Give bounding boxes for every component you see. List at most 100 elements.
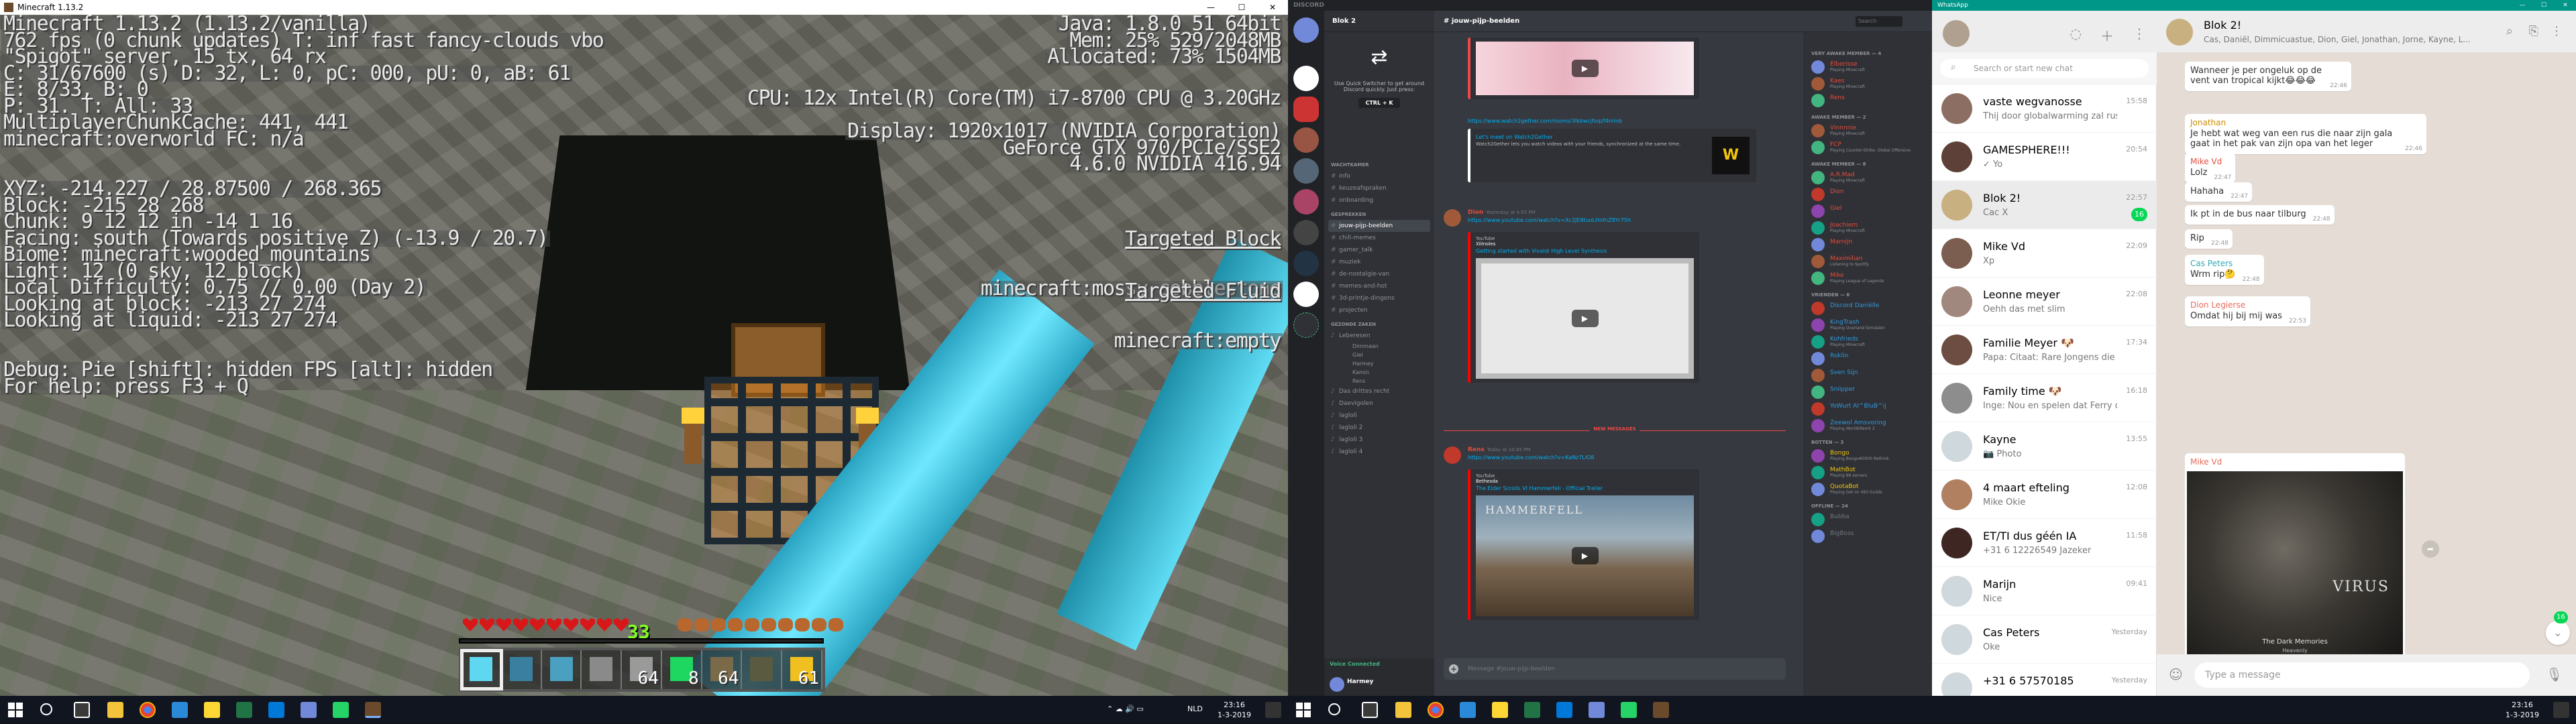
file-explorer-icon[interactable]	[107, 702, 123, 718]
chat-list-item[interactable]: Leonne meyer Oehh das met slim 22:08	[1932, 278, 2157, 326]
home-icon[interactable]	[1293, 17, 1319, 43]
server-icon-active[interactable]	[1293, 97, 1319, 122]
channel-item[interactable]: gamer_talk	[1324, 244, 1434, 256]
member-item[interactable]: YoWurt AI^BluB^ij	[1803, 401, 1932, 418]
search-icon[interactable]	[1328, 703, 1340, 715]
member-item[interactable]: QuotaBot Playing Get on 493 Guilds	[1803, 481, 1932, 498]
close-button[interactable]: ✕	[2555, 0, 2576, 11]
channel-category[interactable]: GEZONDE ZAKEN	[1324, 316, 1434, 330]
image-message[interactable]: Mike Vd VIRUS The Dark Memories Heavenly	[2185, 453, 2405, 668]
message-link[interactable]: https://www.youtube.com/watch?v=KaNz7LIO…	[1468, 455, 1595, 461]
hotbar[interactable]: 64 8 64 61	[459, 648, 825, 692]
switcher-shortcut[interactable]: CTRL + K	[1358, 98, 1400, 108]
member-item[interactable]: Sniipper	[1803, 384, 1932, 401]
voice-user[interactable]: Harmey	[1324, 359, 1434, 368]
embed-title[interactable]: Getting started with Vivaldi High Level …	[1476, 248, 1694, 254]
message-bubble[interactable]: Hahaha 22:47	[2185, 182, 2253, 202]
clock[interactable]: 23:16 1-3-2019	[1214, 700, 1254, 720]
chat-list-item[interactable]: Familie Meyer 🐶 Papa: Citaat: Rare Jongen…	[1932, 326, 2157, 374]
member-item[interactable]: A.R.Mad Playing Minecraft	[1803, 170, 1932, 186]
chat-list-item[interactable]: 4 maart efteling Mike Okie 12:08	[1932, 471, 2157, 519]
member-item[interactable]: Mike Playing League of Legends	[1803, 270, 1932, 287]
voice-channel[interactable]: Leberesen	[1324, 330, 1434, 342]
attach-icon[interactable]: ⎘	[2529, 24, 2538, 38]
app-icon[interactable]	[1492, 702, 1508, 718]
channel-category[interactable]: WACHTKAMER	[1324, 157, 1434, 170]
search-input[interactable]: Search	[1856, 16, 1902, 27]
video-thumbnail[interactable]: VIRUS The Dark Memories Heavenly	[2187, 471, 2403, 666]
app-icon[interactable]	[204, 702, 220, 718]
message-bubble[interactable]: Rip 22:48	[2185, 229, 2233, 249]
hotbar-slot[interactable]: 8	[662, 650, 702, 689]
member-item[interactable]: Bongo Playing Bongo#0000 Rethink	[1803, 448, 1932, 465]
notifications-icon[interactable]	[1265, 702, 1281, 718]
server-icon[interactable]	[1293, 220, 1319, 245]
avatar[interactable]	[1444, 446, 1461, 464]
hotbar-slot[interactable]	[582, 650, 623, 689]
message-author[interactable]: Dion Legierse	[2190, 300, 2305, 310]
server-icon[interactable]	[1293, 282, 1319, 307]
message-input[interactable]: Type a message	[2194, 662, 2530, 688]
chat-list-item[interactable]: Mike Vd Xp 22:09	[1932, 229, 2157, 278]
member-item[interactable]: KingTrash Playing Overland Simulator	[1803, 317, 1932, 334]
app-icon[interactable]	[236, 702, 252, 718]
member-item[interactable]: Bubba	[1803, 511, 1932, 528]
app-icon[interactable]	[1460, 702, 1476, 718]
message-bubble[interactable]: Jonathan Je hebt wat weg van een rus die …	[2185, 114, 2426, 154]
voice-user[interactable]: Dimmaan	[1324, 342, 1434, 351]
language-indicator[interactable]: NLD	[1187, 705, 1203, 713]
channel-item[interactable]: 3d-printje-dingens	[1324, 292, 1434, 304]
scroll-down-button[interactable]: ⌄	[2546, 621, 2570, 645]
play-icon[interactable]: ▶	[1571, 310, 1599, 327]
server-icon[interactable]	[1293, 189, 1319, 215]
youtube-embed[interactable]: YouTube Bethesda The Elder Scrolls VI Ha…	[1468, 469, 1699, 620]
chrome-icon[interactable]	[1428, 702, 1444, 718]
hotbar-slot[interactable]: 64	[702, 650, 743, 689]
whatsapp-icon[interactable]	[333, 702, 349, 718]
member-item[interactable]: Rens	[1803, 93, 1932, 109]
embed-thumbnail[interactable]: ▶	[1476, 258, 1694, 379]
new-chat-icon[interactable]: ＋	[2100, 25, 2114, 45]
chat-list-item[interactable]: GAMESPHERE!!! ✓ Yo 20:54	[1932, 133, 2157, 181]
emoji-icon[interactable]: ☺	[2169, 666, 2183, 682]
forward-icon[interactable]: ➦	[2422, 540, 2439, 558]
channel-item[interactable]: chill-memes	[1324, 232, 1434, 244]
embed-title[interactable]: The Elder Scrolls VI Hammerfell - Offici…	[1476, 485, 1694, 491]
embed-channel[interactable]: Bethesda	[1476, 479, 1694, 484]
server-icon[interactable]	[1293, 251, 1319, 276]
upload-icon[interactable]: +	[1449, 664, 1458, 674]
message-bubble[interactable]: Dion Legierse Omdat hij bij mij was 22:53	[2185, 296, 2310, 326]
chat-list-item[interactable]: Marijn Nice 09:41	[1932, 567, 2157, 615]
hotbar-slot[interactable]	[460, 649, 503, 690]
search-icon[interactable]	[40, 703, 52, 715]
message-author[interactable]: Mike Vd	[2190, 157, 2230, 166]
discord-icon[interactable]	[1589, 702, 1605, 718]
message-author[interactable]: Jonathan	[2190, 118, 2421, 127]
vscode-icon[interactable]	[268, 702, 284, 718]
chat-list-item[interactable]: +31 6 57570185 Yesterday	[1932, 664, 2157, 696]
channel-item[interactable]: muziek	[1324, 256, 1434, 268]
clock[interactable]: 23:16 1-3-2019	[2502, 700, 2542, 720]
member-item[interactable]: Giel	[1803, 203, 1932, 220]
member-item[interactable]: Kaes Playing Minecraft	[1803, 76, 1932, 93]
voice-user[interactable]: Kamin	[1324, 368, 1434, 377]
hotbar-slot[interactable]: 61	[782, 650, 823, 689]
member-item[interactable]: MathBot Playing 68 servers	[1803, 465, 1932, 481]
chat-list-item[interactable]: Kayne 📷 Photo 13:55	[1932, 422, 2157, 471]
channel-item[interactable]: keuzeafspraken	[1324, 182, 1434, 194]
message-bubble[interactable]: Wanneer je per ongeluk op de vent van tr…	[2185, 62, 2351, 91]
message-bubble[interactable]: Cas Peters Wrm rip🤔 22:48	[2185, 255, 2264, 285]
chat-list-item[interactable]: vaste wegvanosse Thij door globalwarming …	[1932, 84, 2157, 133]
chat-list-item[interactable]: Blok 2! Cac X 22:57 16	[1932, 181, 2157, 229]
minecraft-icon[interactable]	[1653, 702, 1669, 718]
task-view-icon[interactable]	[1362, 702, 1378, 718]
voice-channel[interactable]: Das drittes recht	[1324, 385, 1434, 398]
link-embed[interactable]: Let's meet on Watch2Gether Watch2Gether …	[1468, 129, 1756, 182]
channel-item[interactable]: jouw-pijp-beelden	[1328, 220, 1430, 232]
avatar[interactable]	[1330, 677, 1344, 692]
task-view-icon[interactable]	[74, 702, 90, 718]
channel-category[interactable]: GESPREKKEN	[1324, 206, 1434, 220]
whatsapp-icon[interactable]	[1621, 702, 1637, 718]
message-link[interactable]: https://www.watch2gether.com/rooms/3lkbw…	[1468, 118, 1622, 124]
voice-channel[interactable]: lagloli 3	[1324, 434, 1434, 446]
